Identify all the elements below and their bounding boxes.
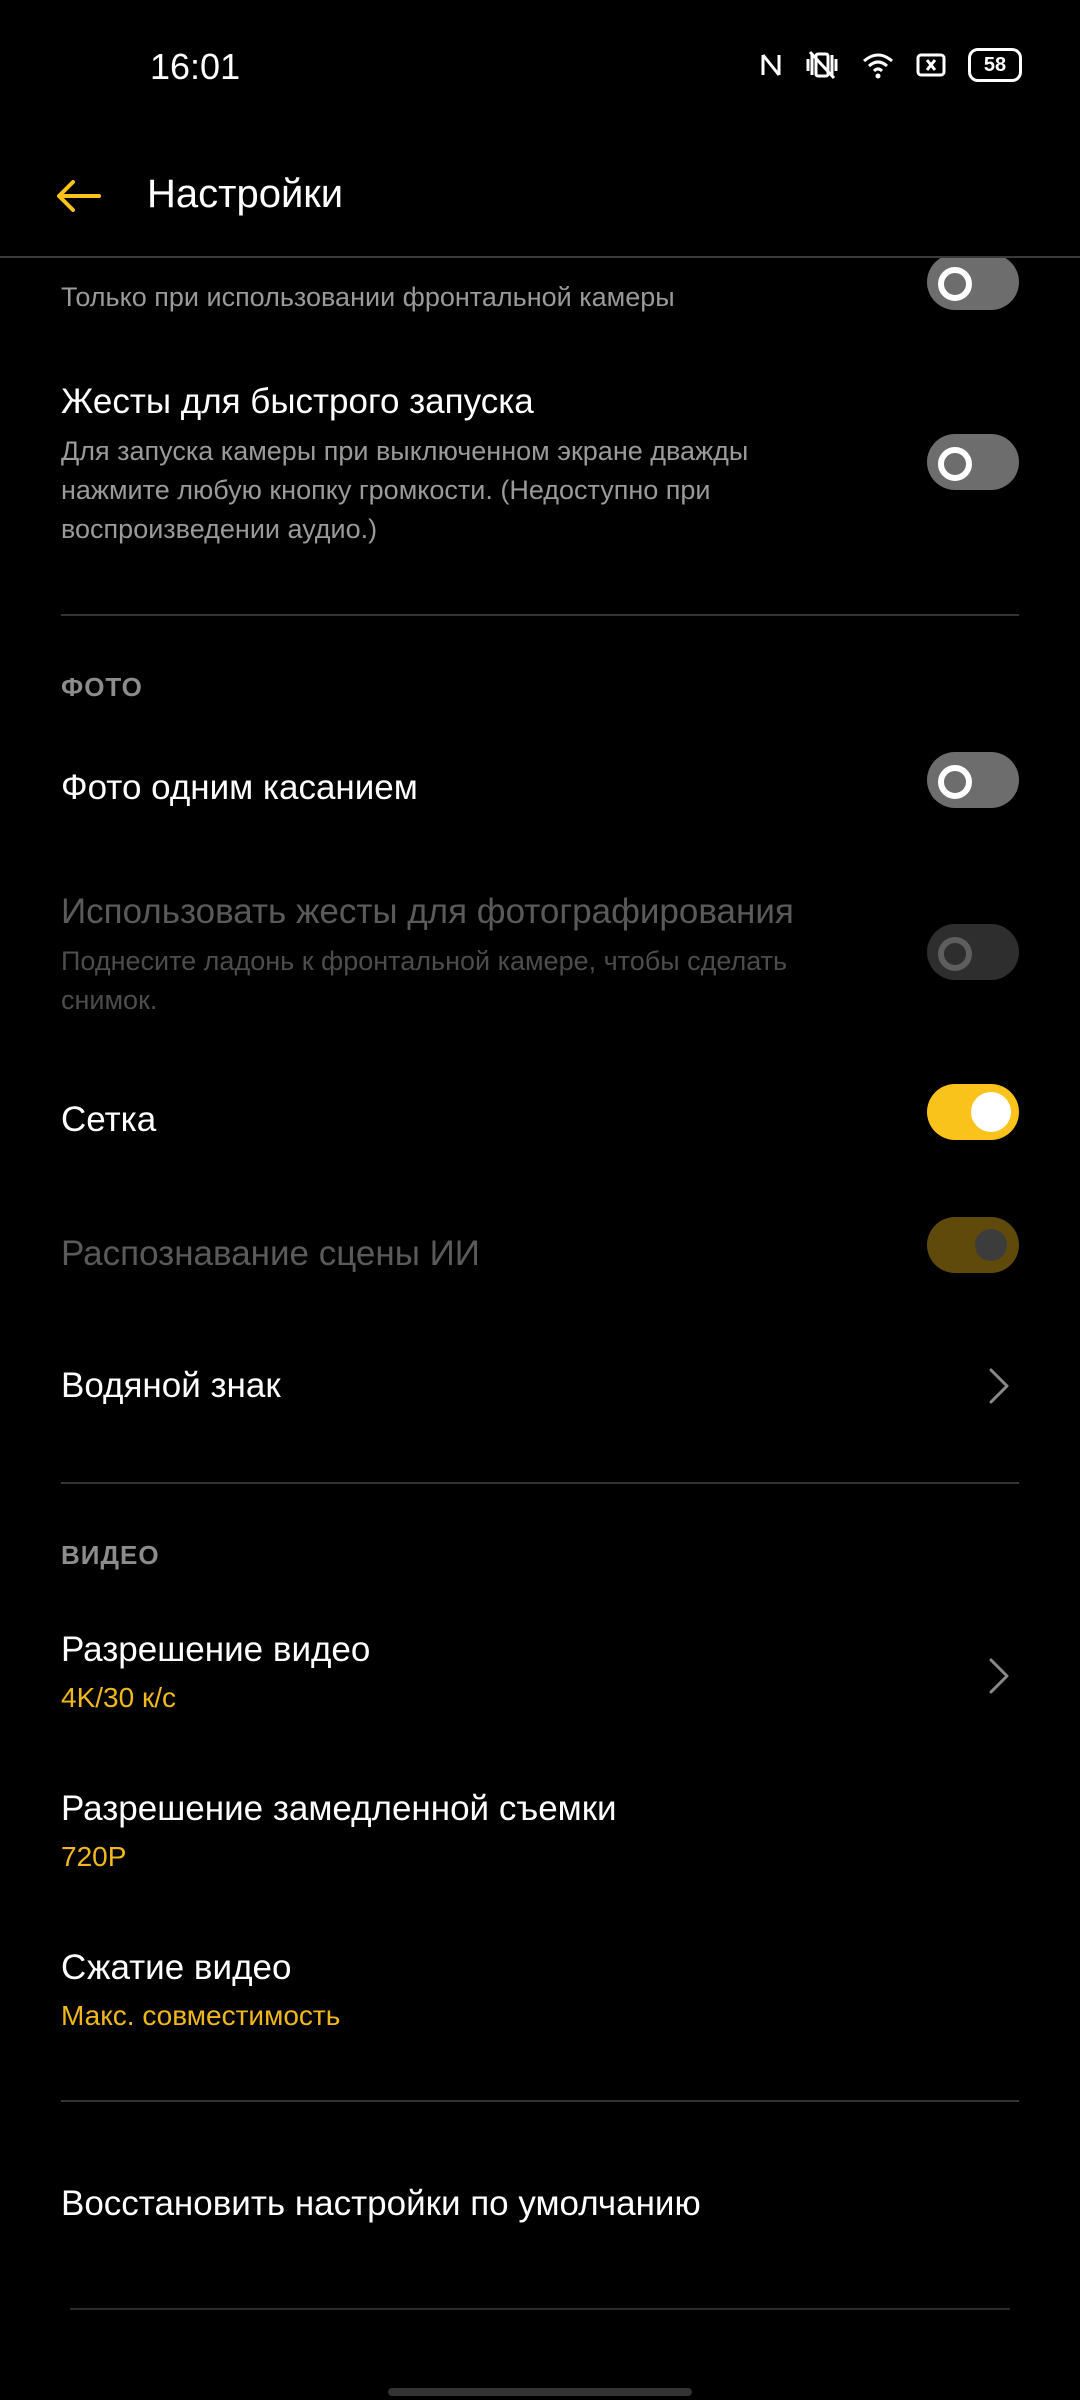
setting-title: Разрешение видео xyxy=(61,1630,371,1669)
divider xyxy=(70,2308,1010,2310)
setting-one-touch-photo[interactable]: Фото одним касанием xyxy=(61,752,1019,810)
toggle-knob xyxy=(938,937,972,971)
grid-toggle[interactable] xyxy=(927,1084,1019,1140)
sim-off-icon xyxy=(916,52,946,78)
quick-launch-toggle[interactable] xyxy=(927,434,1019,490)
wifi-icon xyxy=(862,51,894,79)
divider xyxy=(61,614,1019,616)
nfc-icon xyxy=(760,51,782,79)
setting-value: 4K/30 к/с xyxy=(61,1682,176,1713)
setting-slowmo-resolution[interactable]: Разрешение замедленной съемки 720P xyxy=(61,1787,1019,1877)
home-indicator[interactable] xyxy=(388,2388,692,2396)
setting-title: Распознавание сцены ИИ xyxy=(61,1234,480,1273)
setting-video-compression[interactable]: Сжатие видео Макс. совместимость xyxy=(61,1946,1019,2036)
setting-title: Жесты для быстрого запуска xyxy=(61,382,534,421)
setting-title: Разрешение замедленной съемки xyxy=(61,1789,617,1828)
arrow-left-icon xyxy=(55,179,101,218)
back-button[interactable] xyxy=(46,166,110,230)
divider xyxy=(61,1482,1019,1484)
chevron-right-icon xyxy=(979,1358,1019,1414)
settings-list[interactable]: Только при использовании фронтальной кам… xyxy=(0,258,1080,2358)
setting-title: Сжатие видео xyxy=(61,1948,292,1987)
setting-title: Водяной знак xyxy=(61,1366,281,1405)
setting-watermark[interactable]: Водяной знак xyxy=(61,1364,1019,1408)
divider xyxy=(61,2100,1019,2102)
setting-grid[interactable]: Сетка xyxy=(61,1084,1019,1142)
toggle-knob xyxy=(938,447,972,481)
restore-defaults-button[interactable]: Восстановить настройки по умолчанию xyxy=(61,2182,1019,2226)
battery-icon: 58 xyxy=(968,48,1022,82)
setting-title: Сетка xyxy=(61,1100,157,1139)
toggle-knob xyxy=(938,765,972,799)
setting-value: Макс. совместимость xyxy=(61,2000,341,2031)
status-bar: 16:01 58 xyxy=(0,0,1080,130)
section-header-video: ВИДЕО xyxy=(61,1540,160,1570)
toggle-knob xyxy=(971,1092,1011,1132)
setting-video-resolution[interactable]: Разрешение видео 4K/30 к/с xyxy=(61,1628,1019,1718)
status-time: 16:01 xyxy=(150,46,241,87)
one-touch-photo-toggle[interactable] xyxy=(927,752,1019,808)
setting-subtitle: Поднесите ладонь к фронтальной камере, ч… xyxy=(61,946,788,1015)
setting-subtitle: Для запуска камеры при выключенном экран… xyxy=(61,436,749,544)
ai-scene-toggle xyxy=(927,1217,1019,1273)
chevron-right-icon xyxy=(979,1648,1019,1704)
setting-gesture-photo: Использовать жесты для фотографирования … xyxy=(61,890,1019,1020)
app-bar: Настройки xyxy=(0,130,1080,258)
section-header-photo: ФОТО xyxy=(61,672,143,702)
setting-front-camera-mirror[interactable]: Только при использовании фронтальной кам… xyxy=(61,258,1019,338)
setting-title: Использовать жесты для фотографирования xyxy=(61,892,794,931)
vibrate-off-icon xyxy=(804,50,840,80)
setting-quick-launch[interactable]: Жесты для быстрого запуска Для запуска к… xyxy=(61,380,1019,549)
status-icons: 58 xyxy=(760,48,1022,82)
setting-ai-scene: Распознавание сцены ИИ xyxy=(61,1217,1019,1276)
toggle-knob xyxy=(938,267,972,301)
gesture-photo-toggle xyxy=(927,924,1019,980)
setting-title: Восстановить настройки по умолчанию xyxy=(61,2184,701,2223)
setting-title: Фото одним касанием xyxy=(61,768,418,807)
page-title: Настройки xyxy=(147,172,344,216)
front-camera-mirror-toggle[interactable] xyxy=(927,258,1019,310)
setting-value: 720P xyxy=(61,1841,127,1872)
toggle-knob xyxy=(975,1229,1007,1261)
setting-subtitle: Только при использовании фронтальной кам… xyxy=(61,282,675,312)
